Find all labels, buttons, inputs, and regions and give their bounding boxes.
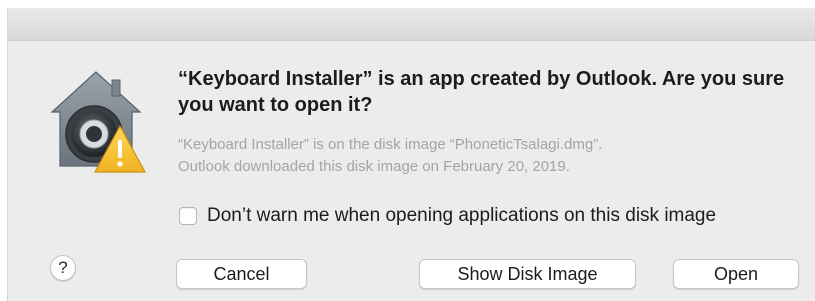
dialog-title: “Keyboard Installer” is an app created b… [178, 68, 785, 116]
dont-warn-checkbox-row[interactable]: Don’t warn me when opening applications … [179, 203, 716, 229]
dont-warn-checkbox-label[interactable]: Don’t warn me when opening applications … [207, 205, 716, 227]
help-button[interactable]: ? [50, 255, 76, 281]
dont-warn-checkbox[interactable] [179, 207, 197, 225]
title-bar [8, 8, 815, 41]
gatekeeper-warning-icon [46, 68, 146, 178]
info-line-1: “Keyboard Installer” is on the disk imag… [178, 136, 603, 153]
open-button[interactable]: Open [673, 259, 799, 289]
info-line-2: Outlook downloaded this disk image on Fe… [178, 158, 570, 175]
dialog-info-text: “Keyboard Installer” is on the disk imag… [178, 134, 808, 178]
show-disk-image-button[interactable]: Show Disk Image [419, 259, 636, 289]
dialog-window: “Keyboard Installer” is an app created b… [7, 8, 815, 301]
cancel-button[interactable]: Cancel [176, 259, 307, 289]
